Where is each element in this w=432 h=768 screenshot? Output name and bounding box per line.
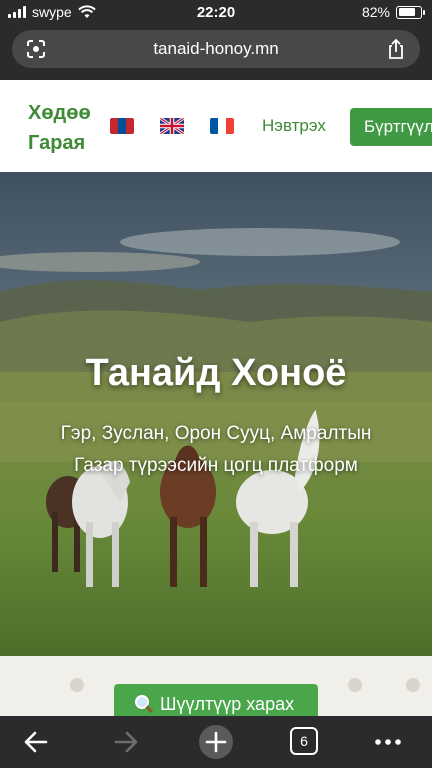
browser-toolbar: 6 — [0, 716, 432, 768]
hero-title: Танайд Хоноё — [85, 352, 347, 394]
site-logo[interactable]: Хөдөө Гарая — [28, 98, 91, 158]
back-icon[interactable] — [20, 726, 52, 758]
decorative-dot — [348, 678, 362, 692]
filter-section: Шүүлтүүр харах — [0, 656, 432, 716]
battery-percent: 82% — [361, 4, 390, 20]
more-icon[interactable] — [372, 726, 404, 758]
login-link[interactable]: Нэвтрэх — [262, 116, 326, 136]
hero-background-image — [0, 172, 432, 656]
france-flag-icon[interactable] — [210, 118, 234, 134]
battery-level — [398, 8, 415, 16]
magnifier-icon — [135, 695, 154, 714]
brand-line-2: Гарая — [28, 132, 86, 154]
show-filter-button[interactable]: Шүүлтүүр харах — [114, 684, 318, 716]
brand-line-1: Хөдөө — [28, 102, 91, 124]
hero-section: Танайд Хоноё Гэр, Зуслан, Орон Сууц, Амр… — [0, 172, 432, 656]
browser-top-chrome: swype 22:20 82% tanaid-honoy.mn — [0, 0, 432, 80]
address-bar[interactable]: tanaid-honoy.mn — [12, 30, 420, 68]
mongolia-flag-icon[interactable] — [110, 118, 134, 134]
filter-label: Шүүлтүүр харах — [160, 694, 295, 714]
new-tab-icon[interactable] — [198, 724, 234, 760]
register-button[interactable]: Бүртгүүлэх — [350, 108, 432, 146]
url-text[interactable]: tanaid-honoy.mn — [12, 39, 420, 59]
battery-icon — [396, 5, 425, 19]
site-header: Хөдөө Гарая Нэвтрэх Бүртгүүлэх — [0, 80, 432, 172]
forward-icon[interactable] — [110, 726, 142, 758]
hero-subtitle: Гэр, Зуслан, Орон Сууц, Амралтын Газар т… — [30, 418, 402, 482]
hero-subtitle-line-2: Газар түрээсийн цогц платформ — [74, 455, 358, 476]
decorative-dot — [406, 678, 420, 692]
decorative-dot — [70, 678, 84, 692]
share-icon[interactable] — [386, 38, 406, 60]
tabs-icon[interactable]: 6 — [290, 727, 318, 755]
status-bar: swype 22:20 82% — [0, 0, 432, 26]
uk-flag-icon[interactable] — [160, 118, 184, 134]
web-page: Хөдөө Гарая Нэвтрэх Бүртгүүлэх — [0, 80, 432, 716]
hero-subtitle-line-1: Гэр, Зуслан, Орон Сууц, Амралтын — [60, 423, 372, 444]
